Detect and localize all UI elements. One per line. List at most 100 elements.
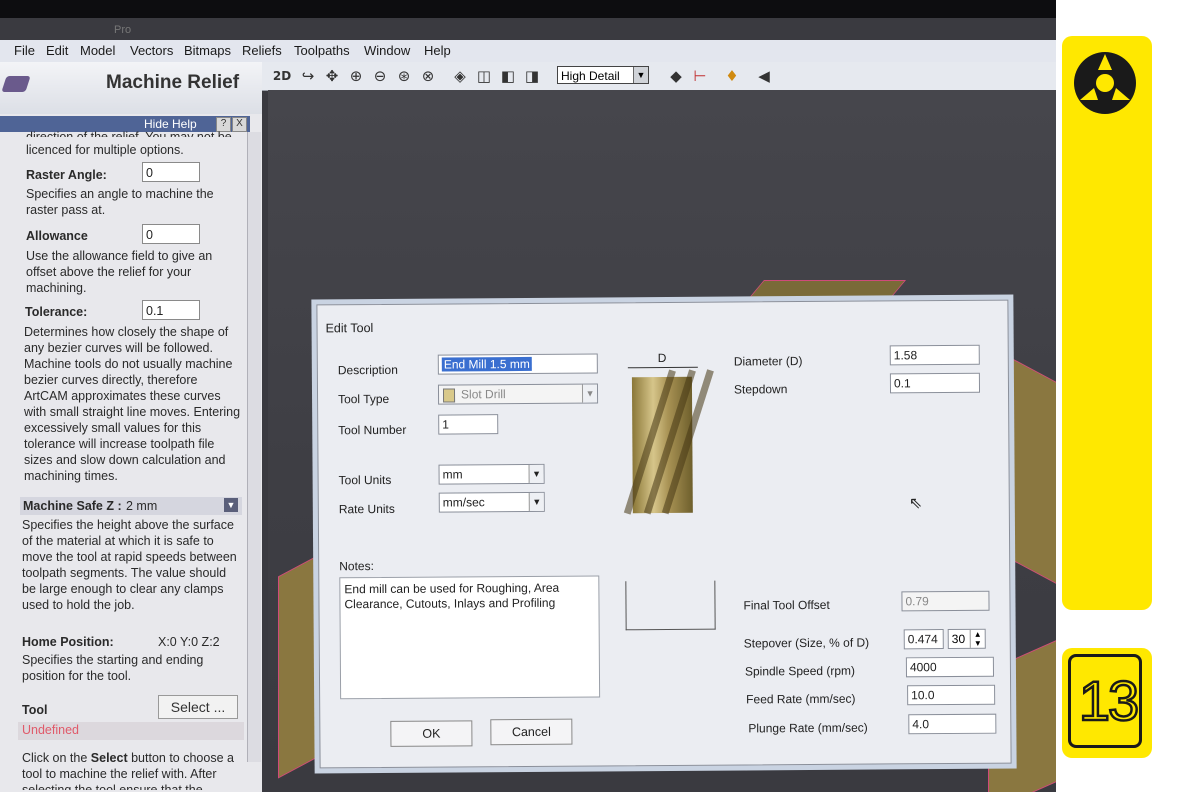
tolerance-input[interactable]: 0.1 bbox=[142, 300, 200, 320]
home-position-label: Home Position: bbox=[22, 635, 114, 649]
menu-reliefs[interactable]: Reliefs bbox=[242, 43, 282, 58]
rate-units-label: Rate Units bbox=[338, 501, 395, 517]
zoom-fit-icon[interactable]: ⊗ bbox=[418, 66, 438, 86]
diameter-dimension-line bbox=[627, 366, 698, 369]
tool-number-input[interactable]: 1 bbox=[438, 414, 499, 435]
diameter-input[interactable]: 1.58 bbox=[889, 344, 980, 366]
stepover-percent-value: 30 bbox=[951, 631, 966, 646]
page-number-badge: 13 bbox=[1062, 648, 1152, 758]
rate-units-select[interactable]: mm/sec ▼ bbox=[438, 491, 545, 513]
window-title-fragment: Pro bbox=[114, 24, 132, 36]
menu-bitmaps[interactable]: Bitmaps bbox=[184, 43, 231, 58]
tool-units-select[interactable]: mm ▼ bbox=[438, 463, 545, 485]
light-bulb-icon[interactable]: ♦ bbox=[722, 66, 742, 86]
raster-angle-input[interactable]: 0 bbox=[142, 162, 200, 182]
stepover-input[interactable]: 0.474 bbox=[903, 629, 944, 650]
zoom-in-icon[interactable]: ⊕ bbox=[346, 66, 366, 86]
end-mill-image bbox=[623, 369, 714, 515]
side-view-icon[interactable]: ◨ bbox=[522, 66, 542, 86]
cancel-button[interactable]: Cancel bbox=[490, 718, 573, 746]
dialog-title: Edit Tool bbox=[325, 321, 374, 336]
menu-file[interactable]: File bbox=[14, 43, 35, 58]
panel-header: Machine Relief bbox=[0, 62, 262, 114]
pan-icon[interactable]: ✥ bbox=[322, 66, 342, 86]
rotate-icon[interactable]: ↪ bbox=[298, 66, 318, 86]
stepdown-label: Stepdown bbox=[733, 382, 788, 397]
tool-profile-diagram bbox=[625, 580, 716, 631]
tool-units-label: Tool Units bbox=[338, 472, 392, 488]
spindle-speed-label: Spindle Speed (rpm) bbox=[744, 663, 856, 679]
plunge-rate-input[interactable]: 4.0 bbox=[908, 713, 997, 735]
tolerance-help: Determines how closely the shape of any … bbox=[24, 325, 241, 483]
safe-z-value: 2 mm bbox=[126, 499, 158, 513]
detail-level-select[interactable]: High Detail ▼ bbox=[557, 66, 649, 84]
final-offset-label: Final Tool Offset bbox=[743, 597, 830, 613]
menu-vectors[interactable]: Vectors bbox=[130, 43, 173, 58]
select-tool-button[interactable]: Select ... bbox=[158, 695, 238, 719]
fusion-logo-icon bbox=[1074, 52, 1136, 114]
zoom-box-icon[interactable]: ⊛ bbox=[394, 66, 414, 86]
diameter-diagram-label: D bbox=[657, 350, 667, 366]
machine-relief-panel: Machine Relief Hide Help ? X direction o… bbox=[0, 62, 262, 792]
relief-logo-icon bbox=[1, 76, 31, 92]
rate-units-value: mm/sec bbox=[442, 495, 485, 510]
view-2d-button[interactable]: 2D bbox=[272, 66, 292, 86]
panel-title: Machine Relief bbox=[106, 72, 240, 93]
chevron-down-icon: ▼ bbox=[581, 384, 598, 403]
cube-view-icon[interactable]: ◫ bbox=[474, 66, 494, 86]
menu-help[interactable]: Help bbox=[424, 43, 451, 58]
menu-window[interactable]: Window bbox=[364, 43, 410, 58]
safe-z-help: Specifies the height above the surface o… bbox=[22, 518, 237, 612]
chevron-down-icon: ▼ bbox=[528, 492, 544, 511]
allowance-label: Allowance bbox=[26, 229, 88, 243]
spindle-speed-input[interactable]: 4000 bbox=[905, 656, 995, 678]
raster-angle-label: Raster Angle: bbox=[26, 168, 107, 182]
final-offset-input: 0.79 bbox=[901, 590, 990, 612]
stepover-percent-spinner[interactable]: 30 ▲ ▼ bbox=[947, 628, 986, 650]
stepdown-input[interactable]: 0.1 bbox=[889, 372, 981, 394]
page-number-frame: 13 bbox=[1068, 654, 1142, 748]
view-toolbar: 2D ↪ ✥ ⊕ ⊖ ⊛ ⊗ ◈ ◫ ◧ ◨ High Detail ▼ ◆ ⊢… bbox=[262, 62, 1056, 91]
material-icon[interactable]: ◀ bbox=[754, 66, 774, 86]
description-value: End Mill 1.5 mm bbox=[441, 356, 532, 372]
detail-level-value: High Detail bbox=[561, 69, 620, 83]
description-label: Description bbox=[337, 362, 398, 378]
menu-bar: File Edit Model Vectors Bitmaps Reliefs … bbox=[0, 40, 1056, 63]
front-view-icon[interactable]: ◧ bbox=[498, 66, 518, 86]
slot-drill-icon bbox=[442, 388, 456, 403]
menu-model[interactable]: Model bbox=[80, 43, 115, 58]
tool-status: Undefined bbox=[22, 723, 79, 737]
zoom-out-icon[interactable]: ⊖ bbox=[370, 66, 390, 86]
shading-icon[interactable]: ◆ bbox=[666, 66, 686, 86]
notes-label: Notes: bbox=[339, 559, 374, 574]
feed-rate-label: Feed Rate (mm/sec) bbox=[746, 691, 856, 707]
home-position-value: X:0 Y:0 Z:2 bbox=[158, 635, 220, 649]
tool-type-select[interactable]: Slot Drill ▼ bbox=[437, 383, 599, 405]
description-input[interactable]: End Mill 1.5 mm bbox=[437, 353, 598, 375]
safe-z-bar[interactable]: Machine Safe Z : 2 mm ▼ bbox=[20, 497, 242, 515]
monitor-bezel bbox=[0, 0, 1056, 18]
axis-icon[interactable]: ⊢ bbox=[690, 66, 710, 86]
plunge-rate-label: Plunge Rate (mm/sec) bbox=[748, 720, 868, 736]
tool-type-label: Tool Type bbox=[338, 391, 390, 407]
raster-angle-help: Specifies an angle to machine the raster… bbox=[26, 187, 214, 217]
spinner-arrows-icon[interactable]: ▲ ▼ bbox=[969, 629, 985, 648]
chevron-down-icon: ▼ bbox=[633, 67, 648, 83]
chevron-down-icon[interactable]: ▼ bbox=[224, 498, 238, 512]
allowance-input[interactable]: 0 bbox=[142, 224, 200, 244]
notes-textarea[interactable]: End mill can be used for Roughing, Area … bbox=[339, 575, 601, 700]
tool-label: Tool bbox=[22, 703, 48, 717]
panel-scrollbar[interactable] bbox=[247, 132, 261, 762]
intro-help-clipped: direction of the relief. You may not be bbox=[26, 130, 232, 137]
chevron-down-icon: ▼ bbox=[528, 464, 544, 483]
menu-edit[interactable]: Edit bbox=[46, 43, 68, 58]
stepover-label: Stepover (Size, % of D) bbox=[743, 635, 870, 651]
menu-toolpaths[interactable]: Toolpaths bbox=[294, 43, 350, 58]
feed-rate-input[interactable]: 10.0 bbox=[907, 684, 996, 706]
intro-help: licenced for multiple options. bbox=[26, 143, 184, 157]
ok-button[interactable]: OK bbox=[390, 720, 473, 747]
page-number: 13 bbox=[1078, 669, 1141, 732]
iso-view-icon[interactable]: ◈ bbox=[450, 66, 470, 86]
tool-type-value: Slot Drill bbox=[460, 387, 506, 402]
edit-tool-dialog: Edit Tool Description End Mill 1.5 mm To… bbox=[316, 299, 1012, 769]
